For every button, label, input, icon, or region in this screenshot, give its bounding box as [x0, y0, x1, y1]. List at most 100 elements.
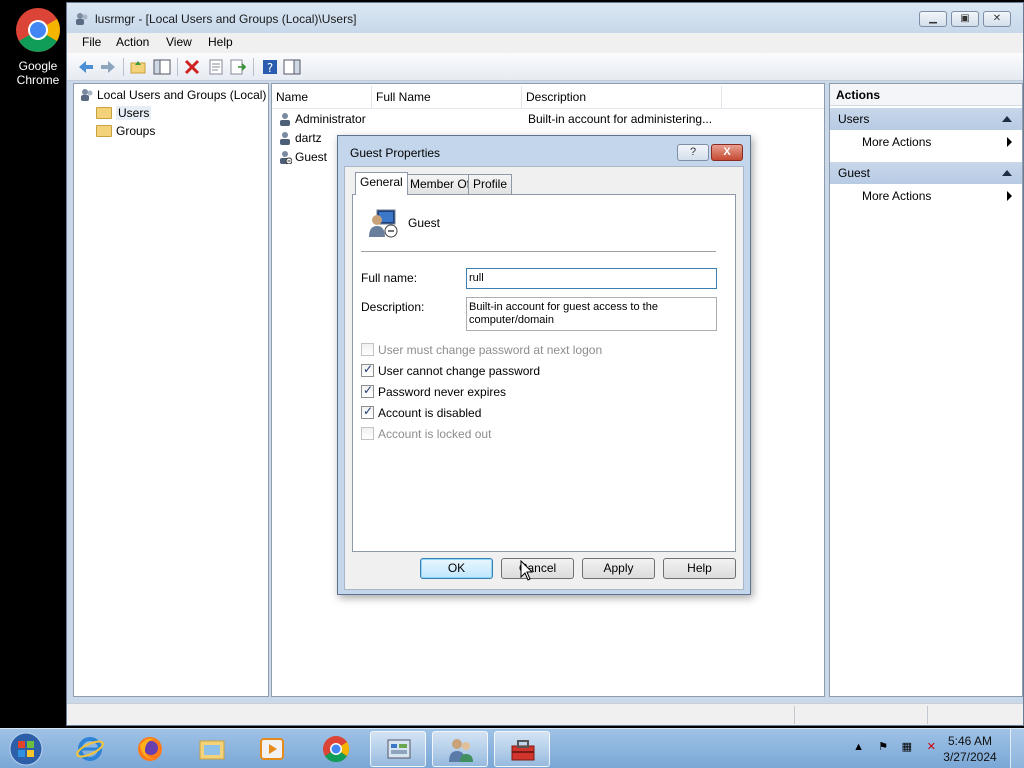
column-header-full-name[interactable]: Full Name — [372, 86, 522, 108]
checkbox-must-change-password[interactable]: User must change password at next logon — [361, 343, 602, 357]
tab-profile[interactable]: Profile — [468, 174, 513, 194]
tab-general[interactable]: General — [355, 172, 408, 195]
collapse-icon — [1002, 170, 1012, 176]
ok-button[interactable]: OK — [420, 558, 493, 579]
user-icon — [280, 113, 290, 126]
show-hidden-icons-icon[interactable]: ▲ — [853, 741, 864, 753]
apply-button[interactable]: Apply — [582, 558, 655, 579]
guest-properties-dialog: Guest Properties ? X General Member Of P… — [337, 135, 751, 595]
tree-item-users[interactable]: Users — [96, 106, 152, 120]
full-name-label: Full name: — [361, 271, 418, 285]
menu-help[interactable]: Help — [208, 35, 233, 49]
checkbox-box — [361, 362, 374, 377]
volume-muted-icon[interactable]: ✕ — [927, 740, 936, 753]
description-field[interactable]: Built-in account for guest access to the… — [466, 297, 717, 331]
action-center-flag-icon[interactable]: ⚑ — [878, 740, 888, 753]
export-list-icon[interactable] — [229, 58, 247, 76]
actions-title: Actions — [830, 84, 1022, 106]
checkbox-box — [361, 343, 374, 356]
list-row-administrator[interactable]: Administrator — [278, 112, 366, 126]
start-button-icon[interactable] — [6, 731, 46, 767]
chrome-icon — [323, 736, 350, 763]
checkbox-password-never-expires[interactable]: Password never expires — [361, 383, 507, 399]
more-actions-guest[interactable]: More Actions — [862, 186, 1022, 206]
maximize-button[interactable]: ▣ — [951, 11, 979, 27]
checkbox-account-locked-out[interactable]: Account is locked out — [361, 427, 491, 441]
users-app-icon — [449, 739, 473, 762]
row-description: Built-in account for administering... — [528, 112, 713, 126]
show-desktop-button[interactable] — [1010, 729, 1024, 768]
more-actions-users[interactable]: More Actions — [862, 132, 1022, 152]
dialog-close-button[interactable]: X — [711, 144, 743, 161]
list-row-dartz[interactable]: dartz — [278, 131, 322, 145]
delete-icon[interactable] — [183, 58, 201, 76]
tree-root[interactable]: Local Users and Groups (Local) — [80, 88, 266, 102]
tab-member-of[interactable]: Member Of — [405, 174, 476, 194]
taskbar-chrome[interactable] — [308, 731, 364, 767]
menu-view[interactable]: View — [166, 35, 192, 49]
desktop-chrome-shortcut[interactable]: Google Chrome — [6, 6, 70, 87]
clock[interactable]: 5:46 AM 3/27/2024 — [938, 733, 1002, 765]
actions-section-users[interactable]: Users — [830, 108, 1022, 130]
taskbar-media-player[interactable] — [244, 731, 300, 767]
window-title: lusrmgr - [Local Users and Groups (Local… — [95, 12, 357, 26]
users-groups-icon — [81, 89, 93, 101]
taskbar-firefox[interactable] — [122, 731, 178, 767]
submenu-arrow-icon — [1007, 191, 1012, 201]
full-name-field[interactable]: rull — [466, 268, 717, 289]
file-explorer-icon — [199, 740, 225, 760]
dialog-help-button[interactable]: ? — [677, 144, 709, 161]
folder-icon — [96, 107, 112, 119]
clock-time: 5:46 AM — [947, 734, 993, 748]
taskbar-ie[interactable] — [62, 731, 118, 767]
back-icon[interactable] — [77, 58, 95, 76]
toolbox-icon — [511, 740, 535, 761]
actions-pane: Actions Users More Actions Guest More Ac… — [829, 83, 1023, 697]
svg-text:?: ? — [267, 61, 273, 75]
menu-file[interactable]: File — [82, 35, 101, 49]
chrome-icon — [16, 8, 60, 52]
taskbar-explorer[interactable] — [184, 731, 240, 767]
checkbox-box — [361, 404, 374, 419]
show-action-pane-icon[interactable] — [283, 58, 301, 76]
actions-section-guest[interactable]: Guest — [830, 162, 1022, 184]
close-button[interactable]: ✕ — [983, 11, 1011, 27]
checkbox-box — [361, 383, 374, 398]
up-folder-icon[interactable] — [129, 58, 147, 76]
tree-item-users-label: Users — [116, 106, 152, 120]
taskbar: ▲ ⚑ ▦ ✕ 5:46 AM 3/27/2024 — [0, 728, 1024, 768]
column-header-description[interactable]: Description — [522, 86, 722, 108]
column-header-name[interactable]: Name — [272, 86, 372, 108]
collapse-icon — [1002, 116, 1012, 122]
forward-icon[interactable] — [99, 58, 117, 76]
description-label: Description: — [361, 300, 425, 314]
menu-bar: File Action View Help — [67, 33, 1023, 53]
minimize-icon: ▁ — [929, 13, 937, 24]
dialog-help-text-button[interactable]: Help — [663, 558, 736, 579]
help-icon[interactable]: ? — [261, 58, 279, 76]
folder-icon — [96, 125, 112, 137]
submenu-arrow-icon — [1007, 137, 1012, 147]
properties-icon[interactable] — [207, 58, 225, 76]
show-hide-tree-icon[interactable] — [153, 58, 171, 76]
cancel-button[interactable]: Cancel — [501, 558, 574, 579]
checkbox-cannot-change-password[interactable]: User cannot change password — [361, 362, 540, 378]
list-row-guest[interactable]: Guest — [278, 150, 327, 164]
checkbox-label: User must change password at next logon — [378, 343, 603, 357]
tree-item-groups[interactable]: Groups — [96, 124, 155, 138]
checkbox-account-disabled[interactable]: Account is disabled — [361, 404, 481, 420]
minimize-button[interactable]: ▁ — [919, 11, 947, 27]
taskbar-lusrmgr[interactable] — [432, 731, 488, 767]
general-tab-panel: Guest Full name: rull Description: Built… — [352, 194, 736, 552]
mouse-cursor-icon — [520, 560, 534, 581]
taskbar-control-panel[interactable] — [370, 731, 426, 767]
taskbar-toolbox[interactable] — [494, 731, 550, 767]
menu-action[interactable]: Action — [116, 35, 149, 49]
window-titlebar[interactable]: lusrmgr - [Local Users and Groups (Local… — [67, 3, 1023, 33]
user-disabled-icon — [369, 209, 398, 238]
clock-date: 3/27/2024 — [943, 750, 997, 764]
checkbox-label: Password never expires — [378, 385, 507, 399]
tree-item-groups-label: Groups — [116, 124, 156, 138]
users-app-icon — [76, 13, 88, 25]
network-icon[interactable]: ▦ — [902, 740, 912, 753]
